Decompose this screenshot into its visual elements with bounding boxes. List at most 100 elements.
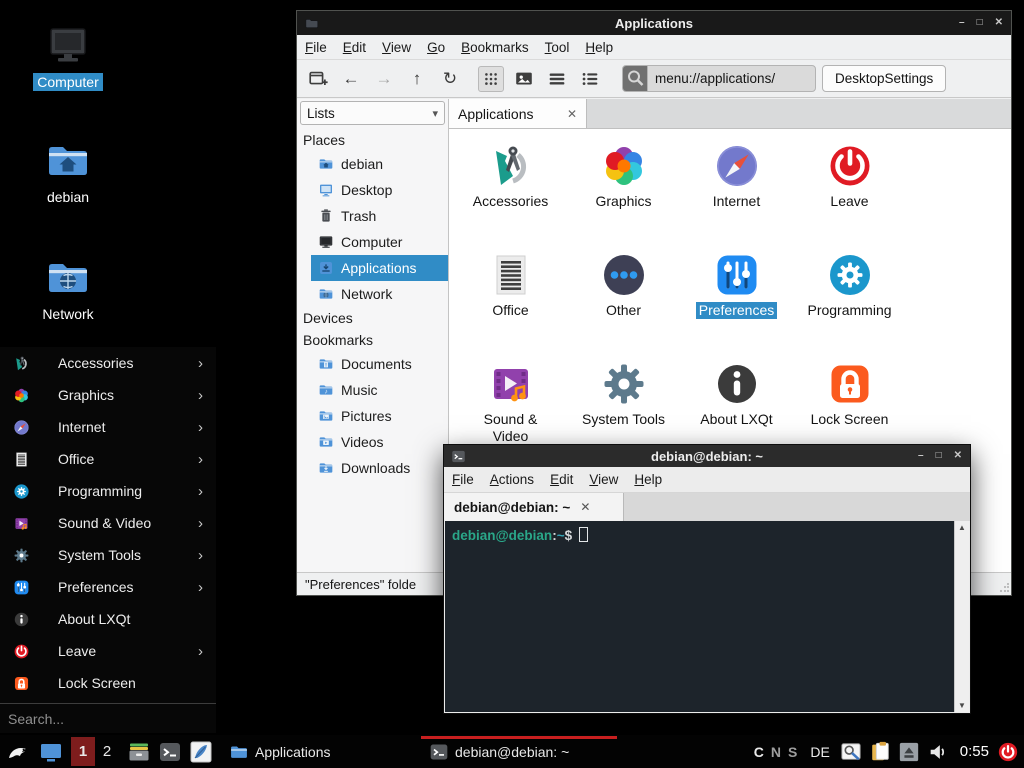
fm-menu-view[interactable]: View (374, 40, 419, 55)
fm-menu-go[interactable]: Go (419, 40, 453, 55)
search-input[interactable] (0, 711, 216, 727)
category-graphics[interactable]: Graphics (567, 140, 680, 249)
terminal-tab[interactable]: debian@debian: ~ ✕ (444, 493, 624, 521)
category-accessories[interactable]: Accessories (454, 140, 567, 249)
fm-tabbar: Applications ✕ (449, 99, 1011, 129)
scroll-down-icon[interactable]: ▼ (955, 701, 969, 710)
desktop-icon-network[interactable]: Network (18, 254, 118, 323)
minimize-button[interactable]: – (918, 451, 924, 461)
desktop-icon-computer[interactable]: Computer (18, 22, 118, 91)
terminal-menu-edit[interactable]: Edit (542, 472, 581, 487)
network-folder-icon (44, 254, 92, 302)
sidebar-item-pictures[interactable]: Pictures (311, 403, 448, 429)
terminal-scrollbar[interactable]: ▲ ▼ (954, 521, 969, 712)
clipboard-tray-icon[interactable] (869, 741, 891, 763)
terminal-window-title: debian@debian: ~ (444, 449, 970, 464)
up-button[interactable]: ↑ (404, 66, 430, 92)
workspace-2-button[interactable]: 2 (95, 737, 119, 766)
sidebar-item-videos[interactable]: Videos (311, 429, 448, 455)
fm-titlebar[interactable]: Applications – □ ✕ (297, 11, 1011, 35)
menu-item-system-tools[interactable]: System Tools› (0, 539, 216, 571)
close-button[interactable]: ✕ (954, 451, 962, 461)
task-terminal[interactable]: debian@debian: ~ (421, 735, 621, 768)
tab-close-icon[interactable]: ✕ (580, 500, 590, 514)
clock[interactable]: 0:55 (960, 743, 989, 760)
menu-item-graphics[interactable]: Graphics› (0, 379, 216, 411)
fm-window-title: Applications (297, 16, 1011, 31)
workspace-1-button[interactable]: 1 (71, 737, 95, 766)
sidebar-item-music[interactable]: ♪Music (311, 377, 448, 403)
numlock-indicator[interactable]: N (771, 744, 781, 760)
maximize-button[interactable]: □ (936, 451, 942, 461)
fm-menu-edit[interactable]: Edit (335, 40, 374, 55)
path-bar[interactable]: menu://applications/ (622, 65, 816, 92)
sidebar-item-applications[interactable]: Applications (311, 255, 448, 281)
detailed-list-view-button[interactable] (544, 66, 570, 92)
terminal-viewport[interactable]: debian@debian:~$ ▲ ▼ (445, 521, 969, 712)
show-desktop-button[interactable] (39, 740, 63, 764)
reload-button[interactable]: ↻ (437, 66, 463, 92)
terminal-menu-help[interactable]: Help (626, 472, 670, 487)
terminal-menu-actions[interactable]: Actions (482, 472, 542, 487)
capslock-indicator[interactable]: C (754, 744, 764, 760)
category-leave[interactable]: Leave (793, 140, 906, 249)
desktop-icon-debian[interactable]: debian (18, 137, 118, 206)
forward-button[interactable]: → (371, 66, 397, 92)
terminal-launcher[interactable] (158, 740, 182, 764)
sidebar-item-network[interactable]: Network (311, 281, 448, 307)
fm-menu-file[interactable]: File (297, 40, 335, 55)
eject-tray-icon[interactable] (898, 741, 920, 763)
terminal-menu-view[interactable]: View (581, 472, 626, 487)
tab-close-icon[interactable]: ✕ (567, 107, 577, 121)
screenshot-tray-icon[interactable] (840, 741, 862, 763)
menu-item-programming[interactable]: Programming› (0, 475, 216, 507)
fm-menu-bookmarks[interactable]: Bookmarks (453, 40, 537, 55)
sidebar-item-debian[interactable]: debian (311, 151, 448, 177)
category-internet[interactable]: Internet (680, 140, 793, 249)
desktop-settings-button[interactable]: DesktopSettings (822, 65, 946, 92)
back-button[interactable]: ← (338, 66, 364, 92)
lxqt-menu-button[interactable] (6, 740, 30, 764)
terminal-titlebar[interactable]: debian@debian: ~ – □ ✕ (444, 445, 970, 467)
menu-item-office[interactable]: Office› (0, 443, 216, 475)
sidebar-item-trash[interactable]: Trash (311, 203, 448, 229)
menu-item-preferences[interactable]: Preferences› (0, 571, 216, 603)
category-programming[interactable]: Programming (793, 249, 906, 358)
menu-item-internet[interactable]: Internet› (0, 411, 216, 443)
category-preferences[interactable]: Preferences (680, 249, 793, 358)
file-manager-launcher[interactable] (127, 740, 151, 764)
resize-grip[interactable] (999, 583, 1009, 593)
thumbnail-view-button[interactable] (511, 66, 537, 92)
new-tab-button[interactable] (305, 66, 331, 92)
menu-item-lock-screen[interactable]: Lock Screen (0, 667, 216, 699)
fm-menu-help[interactable]: Help (577, 40, 621, 55)
compact-view-button[interactable] (577, 66, 603, 92)
sidebar-item-downloads[interactable]: Downloads (311, 455, 448, 481)
task-applications[interactable]: Applications (221, 735, 421, 768)
menu-item-leave[interactable]: Leave› (0, 635, 216, 667)
tab-applications[interactable]: Applications ✕ (449, 99, 587, 128)
category-office[interactable]: Office (454, 249, 567, 358)
sidebar-mode-combobox[interactable]: Lists ▾ (300, 101, 445, 125)
icon-view-button[interactable] (478, 66, 504, 92)
sidebar-item-documents[interactable]: Documents (311, 351, 448, 377)
terminal-menu-file[interactable]: File (444, 472, 482, 487)
sidebar-item-desktop[interactable]: Desktop (311, 177, 448, 203)
category-other[interactable]: Other (567, 249, 680, 358)
close-button[interactable]: ✕ (995, 18, 1003, 28)
downloads-folder-icon (318, 460, 334, 476)
menu-item-about-lxqt[interactable]: About LXQt (0, 603, 216, 635)
volume-icon[interactable] (927, 741, 949, 763)
text-editor-launcher[interactable] (189, 740, 213, 764)
maximize-button[interactable]: □ (977, 18, 983, 28)
fm-menu-tool[interactable]: Tool (537, 40, 578, 55)
sidebar-item-computer[interactable]: Computer (311, 229, 448, 255)
scrolllock-indicator[interactable]: S (788, 744, 797, 760)
terminal-window-icon (451, 449, 466, 464)
menu-item-sound-video[interactable]: Sound & Video› (0, 507, 216, 539)
menu-item-accessories[interactable]: Accessories› (0, 347, 216, 379)
scroll-up-icon[interactable]: ▲ (955, 523, 969, 532)
power-button[interactable] (997, 741, 1019, 763)
minimize-button[interactable]: – (959, 18, 965, 28)
keyboard-layout-indicator[interactable]: DE (810, 744, 829, 760)
